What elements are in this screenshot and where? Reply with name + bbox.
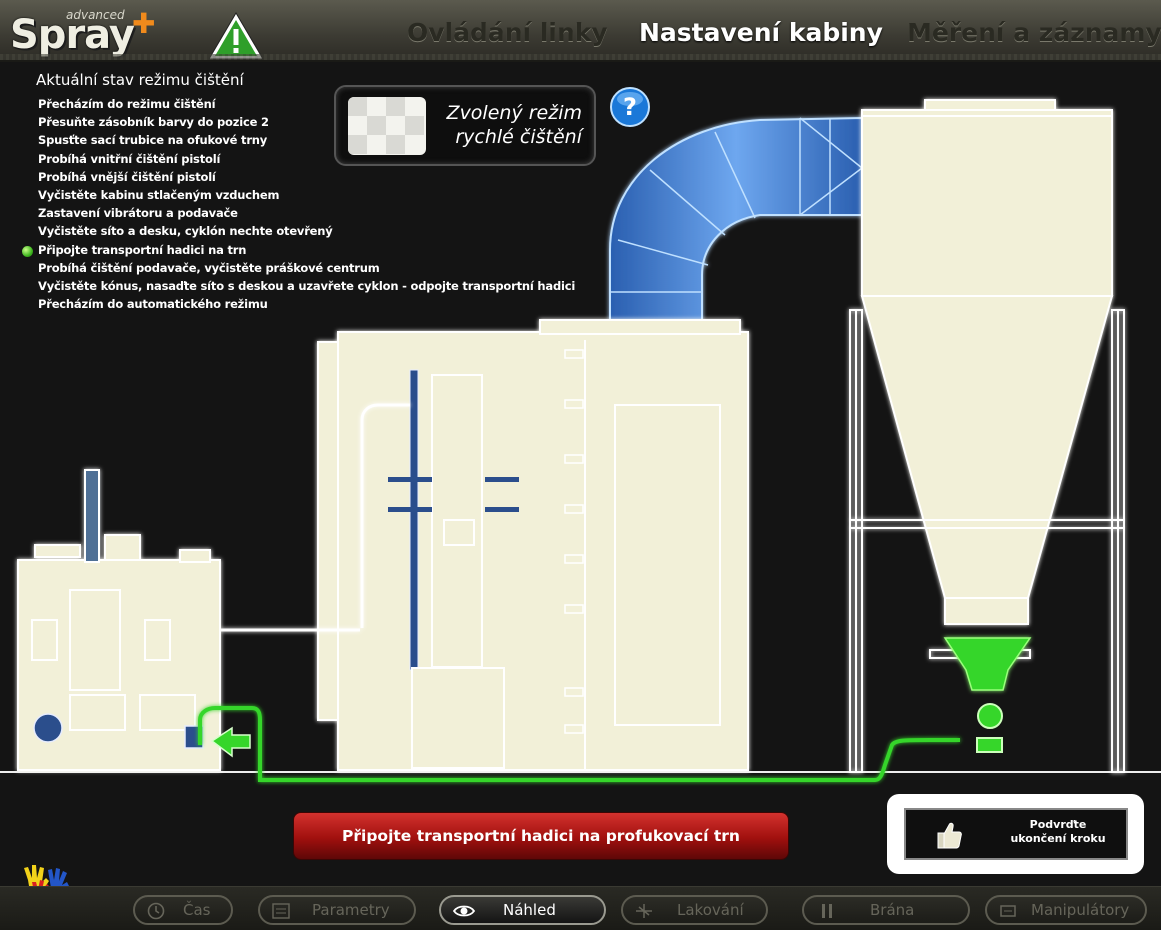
confirm-step-label: Podvrďte ukončení kroku — [1010, 818, 1106, 845]
nav-button-time[interactable]: Čas — [133, 895, 233, 925]
cyclone-cone-bottom — [943, 637, 1032, 753]
nav-button-preview[interactable]: Náhled — [439, 895, 606, 925]
nav-button-painting[interactable]: Lakování — [621, 895, 768, 925]
mode-label: Zvolený režim rychlé čištění — [446, 102, 582, 148]
help-icon[interactable]: ? — [610, 87, 650, 127]
tab-measurement-records[interactable]: Měření a záznamy — [907, 18, 1161, 47]
tab-line-control[interactable]: Ovládání linky — [407, 18, 608, 47]
confirm-step-panel: Podvrďte ukončení kroku — [887, 794, 1144, 874]
manipulator-icon — [1000, 905, 1016, 917]
air-duct — [609, 116, 863, 321]
eye-icon — [453, 905, 475, 917]
svg-text:?: ? — [623, 93, 637, 121]
bottom-nav: Čas Parametry Náhled Lakování Brána Mani… — [0, 886, 1161, 930]
feeder-motor — [33, 713, 63, 743]
top-header: advanced Spray ✚ Ovládání linky Nastaven… — [0, 0, 1161, 62]
checker-icon — [348, 97, 426, 155]
nav-button-parameters[interactable]: Parametry — [258, 895, 416, 925]
plus-icon: ✚ — [132, 7, 156, 40]
booth-scene — [0, 99, 1161, 782]
spray-gun-icon — [636, 904, 652, 918]
sliders-icon — [272, 903, 290, 919]
confirm-step-button[interactable]: Podvrďte ukončení kroku — [904, 808, 1128, 860]
thumbs-up-icon — [937, 822, 962, 849]
instruction-bar: Připojte transportní hadici na profukova… — [293, 812, 789, 860]
nav-button-manipulators[interactable]: Manipulátory — [985, 895, 1147, 925]
logo-main: Spray — [10, 12, 135, 58]
selected-mode-panel: Zvolený režim rychlé čištění — [334, 85, 596, 166]
spray-logo: advanced Spray ✚ — [8, 6, 158, 58]
warning-icon[interactable] — [207, 11, 265, 61]
booth-cabinet — [317, 319, 749, 771]
clock-icon — [147, 902, 165, 920]
nav-button-gate[interactable]: Brána — [802, 895, 970, 925]
tab-booth-settings[interactable]: Nastavení kabiny — [639, 18, 883, 47]
gate-icon — [822, 904, 832, 918]
